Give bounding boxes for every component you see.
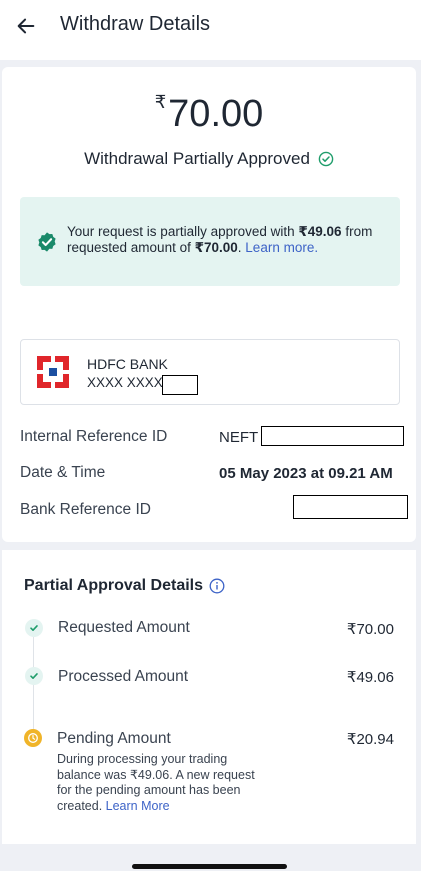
withdraw-status: Withdrawal Partially Approved bbox=[2, 149, 416, 169]
withdraw-summary-card: ₹70.00 Withdrawal Partially Approved You… bbox=[2, 67, 416, 542]
date-time-label: Date & Time bbox=[20, 464, 106, 481]
learn-more-link[interactable]: Learn More bbox=[106, 799, 170, 813]
redacted-box bbox=[162, 375, 198, 395]
info-icon[interactable] bbox=[209, 578, 225, 594]
notice-text: Your request is partially approved with … bbox=[67, 224, 373, 255]
step-done-icon bbox=[25, 667, 43, 685]
status-text: Withdrawal Partially Approved bbox=[84, 149, 310, 168]
arrow-left-icon bbox=[17, 18, 35, 34]
currency-symbol: ₹ bbox=[154, 92, 167, 112]
step-amount: ₹20.94 bbox=[346, 731, 394, 748]
home-indicator[interactable] bbox=[132, 864, 287, 869]
approved-amount: ₹49.06 bbox=[298, 224, 342, 239]
step-done-icon bbox=[25, 619, 43, 637]
back-button[interactable] bbox=[12, 12, 40, 40]
bank-reference-label: Bank Reference ID bbox=[20, 501, 151, 518]
date-time-value: 05 May 2023 at 09.21 AM bbox=[219, 465, 393, 482]
bank-account-card: HDFC BANK XXXX XXXX bbox=[20, 339, 400, 405]
redacted-box bbox=[293, 495, 408, 519]
step-amount: ₹49.06 bbox=[346, 669, 394, 686]
verified-badge-icon bbox=[38, 232, 56, 252]
hdfc-bank-logo bbox=[37, 356, 69, 388]
withdraw-amount: ₹70.00 bbox=[2, 92, 416, 136]
learn-more-link[interactable]: Learn more. bbox=[245, 240, 318, 255]
pending-description: During processing your trading balance w… bbox=[57, 752, 255, 813]
app-bar: Withdraw Details bbox=[0, 0, 421, 60]
step-pending-icon bbox=[24, 729, 42, 747]
partial-approval-notice: Your request is partially approved with … bbox=[20, 197, 400, 286]
amount-value: 70.00 bbox=[168, 93, 264, 135]
bank-account-number: XXXX XXXX bbox=[87, 375, 163, 390]
internal-reference-label: Internal Reference ID bbox=[20, 428, 168, 445]
page-title: Withdraw Details bbox=[60, 13, 211, 35]
redacted-box bbox=[261, 426, 404, 446]
step-label: Pending Amount bbox=[57, 730, 171, 747]
partial-approval-title: Partial Approval Details bbox=[24, 577, 225, 595]
partial-approval-card: Partial Approval Details Requested Amoun… bbox=[2, 550, 416, 844]
internal-reference-value: NEFT bbox=[219, 429, 259, 446]
step-amount: ₹70.00 bbox=[346, 621, 394, 638]
requested-amount: ₹70.00 bbox=[194, 240, 238, 255]
check-circle-icon bbox=[318, 151, 334, 167]
bank-name: HDFC BANK bbox=[87, 356, 168, 372]
step-label: Processed Amount bbox=[58, 668, 189, 685]
step-label: Requested Amount bbox=[58, 619, 190, 636]
